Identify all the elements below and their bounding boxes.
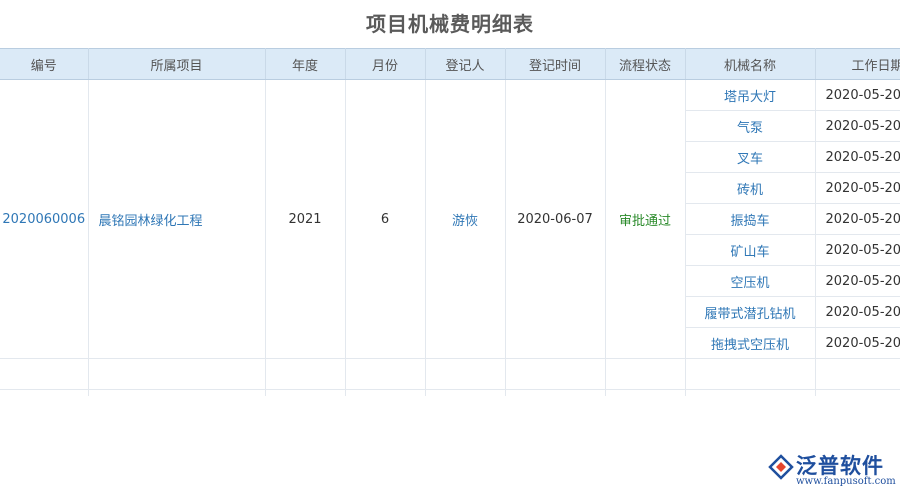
- work-date-cell: 2020-05-20: [815, 327, 900, 359]
- col-header-year[interactable]: 年度: [265, 48, 346, 80]
- page-title: 项目机械费明细表: [366, 12, 534, 36]
- empty-cell: [605, 358, 686, 390]
- machine-name-cell[interactable]: 振捣车: [685, 203, 816, 235]
- machine-name-cell[interactable]: 气泵: [685, 110, 816, 142]
- empty-cell: [505, 358, 606, 390]
- record-month: 6: [345, 79, 426, 359]
- machine-name-cell[interactable]: 砖机: [685, 172, 816, 204]
- work-date-cell: 2020-05-20: [815, 172, 900, 204]
- col-header-number[interactable]: 编号: [0, 48, 89, 80]
- empty-cell: [425, 358, 506, 390]
- machine-name-cell[interactable]: 叉车: [685, 141, 816, 173]
- col-header-machine-name[interactable]: 机械名称: [685, 48, 816, 80]
- work-date-cell: 2020-05-20: [815, 110, 900, 142]
- col-header-project[interactable]: 所属项目: [88, 48, 266, 80]
- empty-cell: [88, 389, 266, 396]
- empty-cell: [0, 389, 89, 396]
- table-row[interactable]: 2020060006 晨铭园林绿化工程 2021 6 游恢 2020-06-07 审批通过塔…: [0, 79, 900, 359]
- col-header-month[interactable]: 月份: [345, 48, 426, 80]
- empty-cell: [815, 358, 900, 390]
- record-year: 2021: [265, 79, 346, 359]
- empty-cell: [265, 389, 346, 396]
- empty-cell: [505, 389, 606, 396]
- empty-cell: [345, 358, 426, 390]
- empty-row: [0, 358, 900, 390]
- empty-cell: [685, 358, 816, 390]
- empty-cell: [425, 389, 506, 396]
- brand-url: www.fanpusoft.com: [796, 476, 896, 487]
- record-project[interactable]: 晨铭园林绿化工程: [88, 79, 266, 359]
- work-date-cell: 2020-05-20: [815, 234, 900, 266]
- empty-cell: [265, 358, 346, 390]
- machine-name-cell[interactable]: 矿山车: [685, 234, 816, 266]
- empty-cell: [605, 389, 686, 396]
- col-header-work-date[interactable]: 工作日期: [815, 48, 900, 80]
- empty-row: [0, 389, 900, 396]
- machine-name-cell[interactable]: 履带式潜孔钻机: [685, 296, 816, 328]
- empty-cell: [0, 358, 89, 390]
- record-reg-date: 2020-06-07: [505, 79, 606, 359]
- brand-logo-icon: [768, 454, 794, 480]
- empty-cell: [345, 389, 426, 396]
- machine-name-cell[interactable]: 塔吊大灯: [685, 79, 816, 111]
- machine-name-cell[interactable]: 空压机: [685, 265, 816, 297]
- col-header-status[interactable]: 流程状态: [605, 48, 686, 80]
- record-status: 审批通过: [605, 79, 686, 359]
- work-date-cell: 2020-05-20: [815, 141, 900, 173]
- empty-cell: [685, 389, 816, 396]
- empty-cell: [815, 389, 900, 396]
- work-date-cell: 2020-05-20: [815, 203, 900, 235]
- record-number[interactable]: 2020060006: [0, 79, 89, 359]
- col-header-registrant[interactable]: 登记人: [425, 48, 506, 80]
- work-date-cell: 2020-05-20: [815, 79, 900, 111]
- table-header-row: 编号 所属项目 年度 月份 登记人 登记时间 流程状态 机械名称 工作日期: [0, 48, 900, 80]
- work-date-cell: 2020-05-20: [815, 265, 900, 297]
- record-registrant[interactable]: 游恢: [425, 79, 506, 359]
- work-date-cell: 2020-05-20: [815, 296, 900, 328]
- machine-name-cell[interactable]: 拖拽式空压机: [685, 327, 816, 359]
- empty-cell: [88, 358, 266, 390]
- col-header-reg-date[interactable]: 登记时间: [505, 48, 606, 80]
- brand-logo: 泛普软件 www.fanpusoft.com: [766, 448, 896, 492]
- machinery-table: 编号 所属项目 年度 月份 登记人 登记时间 流程状态 机械名称 工作日期 20…: [0, 48, 900, 396]
